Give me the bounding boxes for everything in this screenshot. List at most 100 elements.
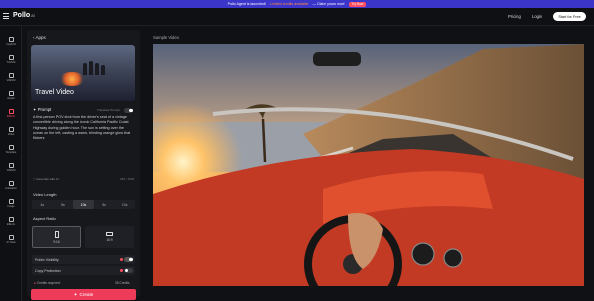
start-for-free-button[interactable]: Start for Free xyxy=(553,12,586,21)
public-visibility-row: Public Visibility xyxy=(32,255,135,264)
chevron-left-icon: ‹ xyxy=(33,35,35,40)
translate-toggle[interactable] xyxy=(124,108,133,113)
aspect-ratio-label: Aspect Ratio xyxy=(33,216,56,221)
figure xyxy=(101,65,105,75)
copy-protection-row: Copy Protection xyxy=(32,266,135,275)
rail-item-7[interactable]: Vid2Vid xyxy=(0,163,22,177)
length-option[interactable]: 5s xyxy=(53,200,74,209)
rail-label: Video xyxy=(7,133,15,136)
rail-item-11[interactable]: AI Tools xyxy=(0,235,22,249)
generate-label: Generate with AI xyxy=(36,177,59,181)
image-icon xyxy=(8,37,14,42)
rail-item-6[interactable]: Template xyxy=(0,145,22,159)
rail-label: Avatar xyxy=(7,97,15,100)
translate-toggle-label: Translate Prompt xyxy=(97,108,120,112)
avatar-icon xyxy=(8,91,14,96)
prompt-input[interactable]: A first-person POV shot from the driver'… xyxy=(33,115,135,141)
video-icon xyxy=(8,73,14,78)
sparkle-icon: ✦ xyxy=(73,291,78,297)
rail-label: Effects xyxy=(7,223,15,226)
aspect-16-9-option[interactable]: 16:9 xyxy=(85,226,134,248)
generate-with-ai-button[interactable]: ✧ Generate with AI xyxy=(33,177,59,181)
rail-item-9[interactable]: Image xyxy=(0,199,22,213)
rail-item-4[interactable]: Effects xyxy=(0,109,22,123)
credits-text: Credits required: xyxy=(36,281,61,285)
thumbnail-title: Travel Video xyxy=(35,89,74,96)
rail-label: Vid2Vid xyxy=(6,169,16,172)
text-icon xyxy=(8,55,14,60)
rail-label: AI Tools xyxy=(6,241,16,244)
rail-label: Image xyxy=(7,205,15,208)
rail-label: Img2Vid xyxy=(6,43,16,46)
credits-required-label: ● Credits required: xyxy=(34,281,60,285)
logo-text: Pollo xyxy=(13,12,31,19)
rail-item-2[interactable]: Vid2Vid xyxy=(0,73,22,87)
create-button[interactable]: ✦ Create xyxy=(31,289,136,300)
logo[interactable]: Pollo ai xyxy=(13,12,35,19)
rail-item-0[interactable]: Img2Vid xyxy=(0,37,22,51)
sample-video-label: Sample Video xyxy=(153,35,179,40)
rail-item-10[interactable]: Effects xyxy=(0,217,22,231)
sparkle-icon xyxy=(8,217,14,222)
copy-protection-label: Copy Protection xyxy=(35,268,61,273)
video-frame xyxy=(153,44,584,286)
pricing-link[interactable]: Pricing xyxy=(508,14,521,19)
login-link[interactable]: Login xyxy=(532,14,542,19)
pro-dot xyxy=(120,269,123,272)
banner-suffix: — Claim yours now! xyxy=(312,2,345,6)
create-label: Create xyxy=(79,292,94,297)
coin-icon: ● xyxy=(34,281,36,285)
settings-panel: ‹ Apps Travel Video ✦ Prompt Translate P… xyxy=(27,30,140,300)
char-count: 258 / 1500 xyxy=(120,177,135,181)
back-label: Apps xyxy=(35,35,46,40)
rail-item-1[interactable]: Txt2Vid xyxy=(0,55,22,69)
back-to-apps[interactable]: ‹ Apps xyxy=(33,35,46,40)
logo-suffix: ai xyxy=(31,13,35,18)
aspect-label: 9:16 xyxy=(53,239,60,244)
banner-highlight: Limited credits available xyxy=(270,2,309,6)
banner-text: Pollo Agent is launched! xyxy=(227,2,267,6)
length-option[interactable]: 5s xyxy=(94,200,115,209)
promo-banner: Pollo Agent is launched! Limited credits… xyxy=(0,0,594,8)
rail-label: Effects xyxy=(7,115,15,118)
rail-label: Vid2Vid xyxy=(6,79,16,82)
rail-label: Animation xyxy=(5,187,17,190)
film-icon xyxy=(8,127,14,132)
convert-icon xyxy=(8,163,14,168)
pro-dot xyxy=(120,258,123,261)
copy-protection-toggle[interactable] xyxy=(124,268,133,273)
figure xyxy=(89,61,93,75)
length-option-selected[interactable]: 10s xyxy=(73,200,94,209)
prompt-label: ✦ Prompt xyxy=(33,107,51,112)
prompt-icon: ✦ xyxy=(33,107,37,112)
rail-label: Template xyxy=(5,151,17,154)
aspect-9-16-option[interactable]: 9:16 xyxy=(32,226,81,248)
rail-item-8[interactable]: Animation xyxy=(0,181,22,195)
credits-amount: 35 Credits xyxy=(115,281,130,285)
length-option[interactable]: 4s xyxy=(32,200,53,209)
tools-icon xyxy=(8,235,14,240)
picture-icon xyxy=(8,199,14,204)
figure xyxy=(83,63,87,75)
menu-icon[interactable] xyxy=(3,13,9,19)
public-visibility-toggle[interactable] xyxy=(124,257,133,262)
animation-icon xyxy=(8,181,14,186)
sample-video-player[interactable] xyxy=(153,44,584,286)
length-option[interactable]: 10s xyxy=(114,200,135,209)
figure xyxy=(95,63,99,75)
rail-item-5[interactable]: Video xyxy=(0,127,22,141)
top-header: Pollo ai Pricing Login Start for Free xyxy=(0,8,594,26)
template-thumbnail: Travel Video xyxy=(31,45,135,101)
effects-icon xyxy=(8,109,14,114)
tool-rail: Img2Vid Txt2Vid Vid2Vid Avatar Effects V… xyxy=(0,26,22,301)
try-now-button[interactable]: Try Now xyxy=(348,1,367,7)
rail-label: Txt2Vid xyxy=(6,61,16,64)
public-visibility-label: Public Visibility xyxy=(35,257,59,262)
prompt-label-text: Prompt xyxy=(37,107,52,112)
video-length-label: Video Length xyxy=(33,192,57,197)
landscape-icon xyxy=(106,232,113,236)
template-icon xyxy=(8,145,14,150)
portrait-icon xyxy=(54,230,59,238)
rail-item-3[interactable]: Avatar xyxy=(0,91,22,105)
sunset-glow xyxy=(59,72,85,86)
